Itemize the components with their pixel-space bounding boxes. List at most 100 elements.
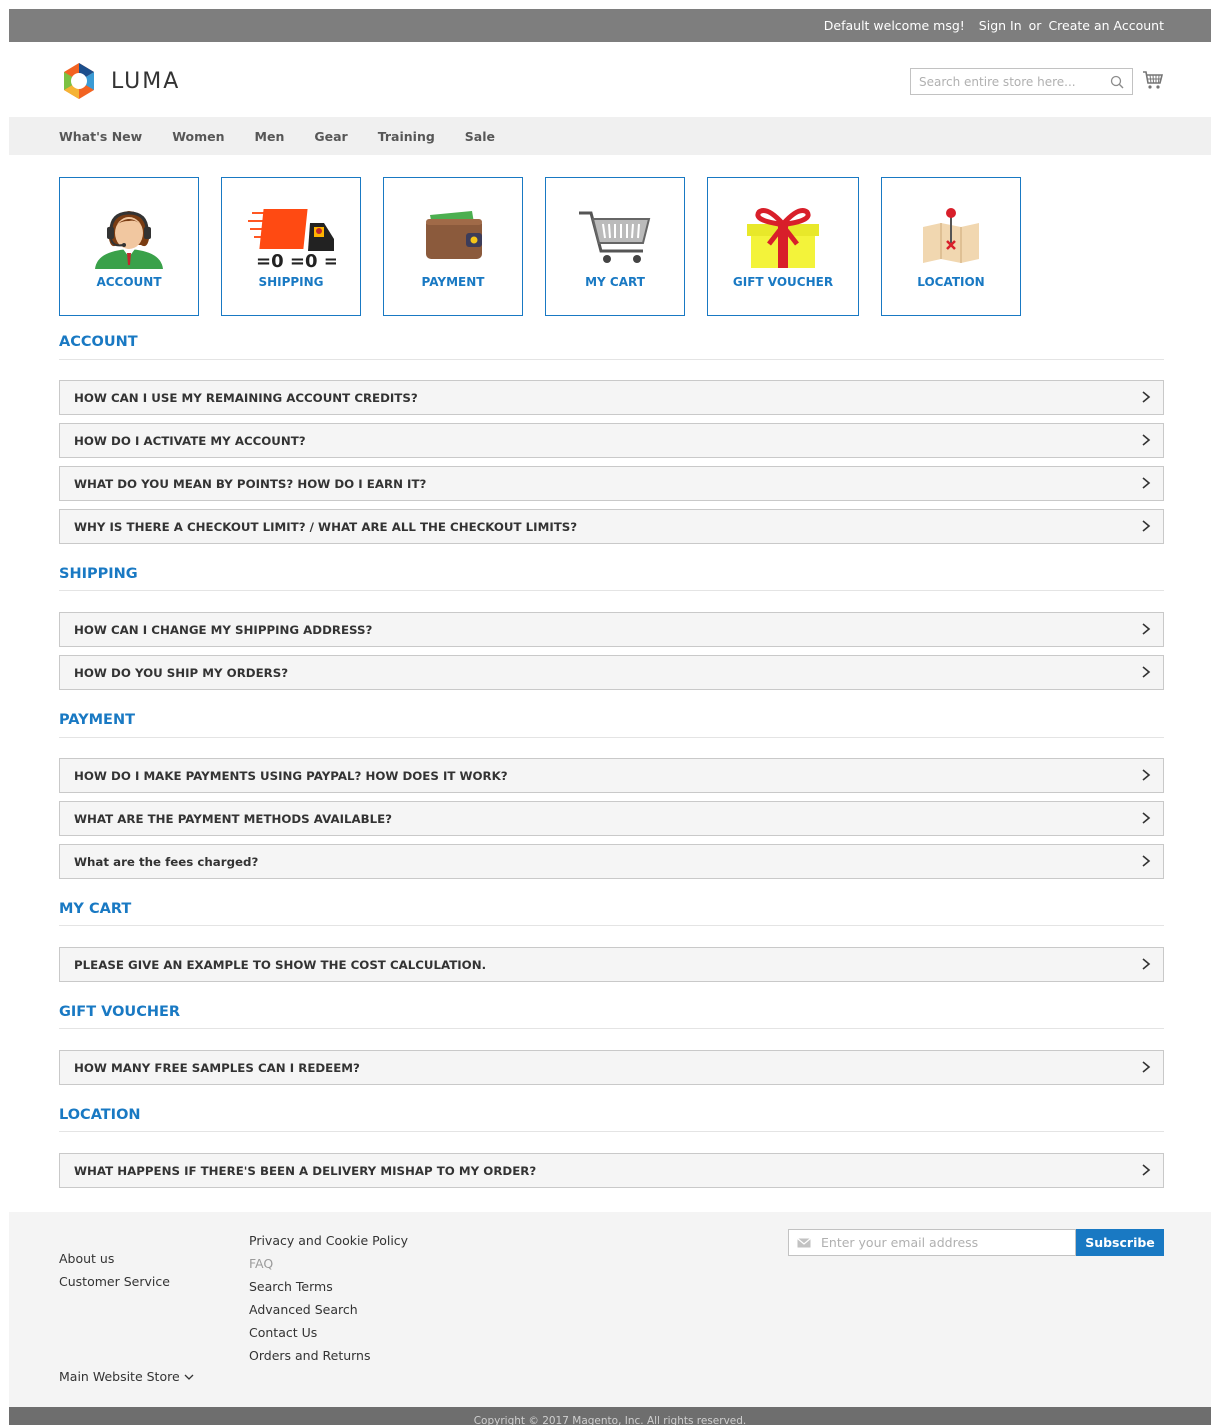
footer-links-col1: About us Customer Service	[59, 1247, 170, 1293]
subscribe-button[interactable]: Subscribe	[1076, 1229, 1164, 1256]
section-divider	[59, 1028, 1164, 1029]
envelope-icon	[797, 1237, 811, 1247]
page: Default welcome msg! Sign In or Create a…	[9, 9, 1211, 1425]
chevron-right-icon	[1142, 477, 1151, 489]
faq-item[interactable]: What are the fees charged?	[59, 844, 1164, 879]
faq-question: HOW CAN I CHANGE MY SHIPPING ADDRESS?	[74, 622, 373, 637]
svg-text:=0 =0 =0: =0 =0 =0	[256, 251, 336, 269]
footer-link-customer-service[interactable]: Customer Service	[59, 1270, 170, 1293]
section-divider	[59, 1131, 1164, 1132]
faq-item[interactable]: WHAT DO YOU MEAN BY POINTS? HOW DO I EAR…	[59, 466, 1164, 501]
tile-label: MY CART	[585, 275, 645, 289]
faq-item[interactable]: HOW DO I MAKE PAYMENTS USING PAYPAL? HOW…	[59, 758, 1164, 793]
delivery-truck-icon: =0 =0 =0	[248, 209, 336, 269]
chevron-right-icon	[1142, 623, 1151, 635]
section-title-my-cart: MY CART	[59, 901, 132, 917]
chevron-right-icon	[1142, 1061, 1151, 1073]
faq-question: WHAT ARE THE PAYMENT METHODS AVAILABLE?	[74, 811, 393, 826]
footer-link-about-us[interactable]: About us	[59, 1247, 170, 1270]
faq-item[interactable]: HOW CAN I CHANGE MY SHIPPING ADDRESS?	[59, 612, 1164, 647]
chevron-right-icon	[1142, 666, 1151, 678]
section-title-location: LOCATION	[59, 1107, 141, 1123]
chevron-right-icon	[1142, 1164, 1151, 1176]
chevron-right-icon	[1142, 391, 1151, 403]
or-text: or	[1028, 18, 1042, 33]
search-input[interactable]	[919, 74, 1110, 89]
top-panel: Default welcome msg! Sign In or Create a…	[9, 9, 1211, 42]
store-switcher[interactable]: Main Website Store	[59, 1369, 194, 1384]
footer-link-search-terms[interactable]: Search Terms	[249, 1275, 408, 1298]
tile-gift-voucher[interactable]: GIFT VOUCHER	[707, 177, 859, 316]
section-title-payment: PAYMENT	[59, 712, 135, 728]
tile-shipping[interactable]: =0 =0 =0 SHIPPING	[221, 177, 361, 316]
faq-question: HOW DO I MAKE PAYMENTS USING PAYPAL? HOW…	[74, 768, 508, 783]
tile-label: GIFT VOUCHER	[732, 275, 834, 289]
footer-link-faq: FAQ	[249, 1256, 274, 1271]
faq-item[interactable]: HOW DO I ACTIVATE MY ACCOUNT?	[59, 423, 1164, 458]
nav-item-men[interactable]: Men	[255, 129, 285, 144]
footer-link-orders-returns[interactable]: Orders and Returns	[249, 1344, 408, 1367]
faq-question: What are the fees charged?	[74, 854, 259, 869]
chevron-right-icon	[1142, 855, 1151, 867]
search-box	[910, 68, 1133, 95]
nav-item-whats-new[interactable]: What's New	[59, 129, 142, 144]
logo-text: LUMA	[111, 68, 181, 94]
section-divider	[59, 925, 1164, 926]
luma-logo-icon	[64, 63, 94, 99]
section-divider	[59, 737, 1164, 738]
footer: About us Customer Service Privacy and Co…	[9, 1212, 1211, 1407]
gift-box-icon	[747, 208, 819, 268]
newsletter-email-input[interactable]	[821, 1235, 1075, 1250]
faq-item[interactable]: WHAT ARE THE PAYMENT METHODS AVAILABLE?	[59, 801, 1164, 836]
faq-question: HOW MANY FREE SAMPLES CAN I REDEEM?	[74, 1060, 360, 1075]
nav-item-sale[interactable]: Sale	[465, 129, 495, 144]
customer-support-icon	[95, 211, 163, 269]
faq-question: WHAT HAPPENS IF THERE'S BEEN A DELIVERY …	[74, 1163, 537, 1178]
footer-links-col2: Privacy and Cookie Policy FAQ Search Ter…	[249, 1229, 408, 1367]
chevron-right-icon	[1142, 958, 1151, 970]
faq-item[interactable]: HOW DO YOU SHIP MY ORDERS?	[59, 655, 1164, 690]
logo[interactable]: LUMA	[59, 61, 180, 101]
faq-item[interactable]: PLEASE GIVE AN EXAMPLE TO SHOW THE COST …	[59, 947, 1164, 982]
minicart-icon[interactable]	[1142, 70, 1164, 90]
header: LUMA	[9, 42, 1211, 117]
faq-question: HOW CAN I USE MY REMAINING ACCOUNT CREDI…	[74, 390, 418, 405]
newsletter-field	[788, 1229, 1076, 1256]
chevron-right-icon	[1142, 769, 1151, 781]
nav-item-women[interactable]: Women	[172, 129, 224, 144]
footer-link-privacy[interactable]: Privacy and Cookie Policy	[249, 1229, 408, 1252]
faq-question: PLEASE GIVE AN EXAMPLE TO SHOW THE COST …	[74, 957, 487, 972]
search-icon[interactable]	[1110, 75, 1124, 89]
create-account-link[interactable]: Create an Account	[1048, 18, 1164, 33]
faq-item[interactable]: WHY IS THERE A CHECKOUT LIMIT? / WHAT AR…	[59, 509, 1164, 544]
tile-payment[interactable]: PAYMENT	[383, 177, 523, 316]
faq-item[interactable]: HOW MANY FREE SAMPLES CAN I REDEEM?	[59, 1050, 1164, 1085]
tile-my-cart[interactable]: MY CART	[545, 177, 685, 316]
shopping-cart-icon	[579, 211, 651, 263]
section-title-account: ACCOUNT	[59, 334, 138, 350]
faq-question: HOW DO YOU SHIP MY ORDERS?	[74, 665, 289, 680]
tile-account[interactable]: ACCOUNT	[59, 177, 199, 316]
section-divider	[59, 590, 1164, 591]
faq-question: WHAT DO YOU MEAN BY POINTS? HOW DO I EAR…	[74, 476, 427, 491]
store-switcher-label: Main Website Store	[59, 1369, 180, 1384]
wallet-icon	[426, 211, 482, 259]
nav-item-training[interactable]: Training	[378, 129, 435, 144]
tile-label: LOCATION	[917, 275, 985, 289]
tile-label: PAYMENT	[421, 275, 485, 289]
faq-item[interactable]: HOW CAN I USE MY REMAINING ACCOUNT CREDI…	[59, 380, 1164, 415]
tile-location[interactable]: LOCATION	[881, 177, 1021, 316]
faq-item[interactable]: WHAT HAPPENS IF THERE'S BEEN A DELIVERY …	[59, 1153, 1164, 1188]
chevron-right-icon	[1142, 520, 1151, 532]
section-title-shipping: SHIPPING	[59, 566, 138, 582]
tile-label: ACCOUNT	[96, 275, 162, 289]
faq-question: HOW DO I ACTIVATE MY ACCOUNT?	[74, 433, 306, 448]
sign-in-link[interactable]: Sign In	[979, 18, 1022, 33]
footer-link-contact-us[interactable]: Contact Us	[249, 1321, 408, 1344]
nav-item-gear[interactable]: Gear	[314, 129, 347, 144]
chevron-down-icon	[184, 1374, 194, 1380]
section-title-gift-voucher: GIFT VOUCHER	[59, 1004, 181, 1020]
map-pin-icon	[923, 208, 979, 263]
tile-label: SHIPPING	[258, 275, 324, 289]
footer-link-advanced-search[interactable]: Advanced Search	[249, 1298, 408, 1321]
